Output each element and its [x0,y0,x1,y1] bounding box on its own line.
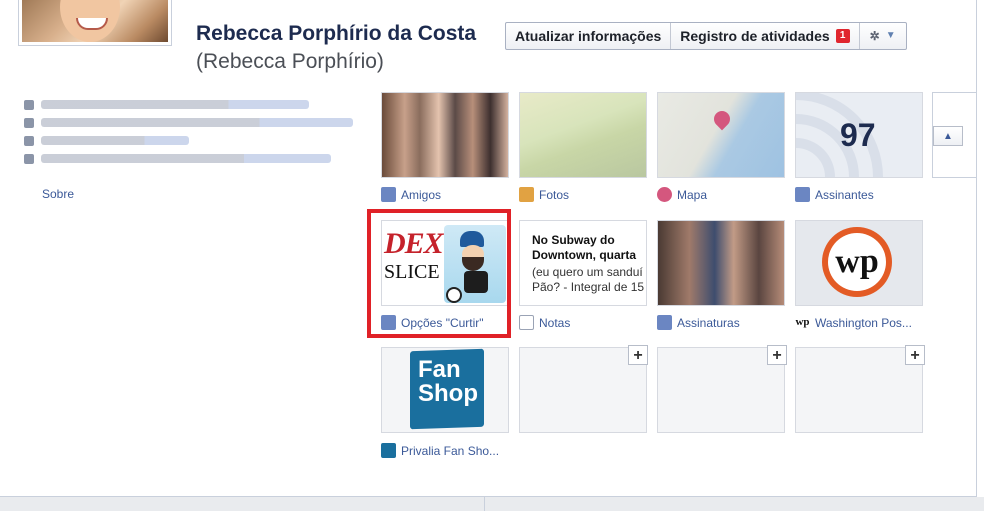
map-pin-marker [710,107,734,131]
profile-name: Rebecca Porphírio da Costa (Rebecca Porp… [196,20,496,76]
washington-post-label-text: Washington Pos... [815,315,912,330]
profile-photo [22,0,168,42]
note-preview-body: (eu quero um sanduí Pão? - Integral de 1… [532,265,645,294]
fan-shop-tile[interactable]: Fan Shop [381,347,509,433]
about-info-blurred [24,97,364,169]
collapse-button[interactable]: ▲ [933,126,963,146]
subscriptions-icon [657,315,672,330]
info-row-education [24,115,364,130]
map-label[interactable]: Mapa [657,187,707,202]
add-app-button-1[interactable]: + [628,345,648,365]
activity-log-button[interactable]: Registro de atividades 1 [671,23,860,49]
empty-slot-2[interactable] [657,347,785,433]
settings-dropdown-button[interactable]: ✲ ▼ [860,23,906,49]
photos-tile[interactable] [519,92,647,178]
fan-shop-logo-text: Fan Shop [418,358,478,406]
profile-picture[interactable] [18,0,172,46]
subscriptions-tile[interactable] [657,220,785,306]
fan-shop-label[interactable]: Privalia Fan Sho... [381,443,499,458]
photos-label[interactable]: Fotos [519,187,569,202]
wp-icon: wp [795,315,810,330]
gear-icon: ✲ [869,29,880,43]
graduation-icon [24,117,34,128]
washington-post-label[interactable]: wp Washington Pos... [795,315,912,330]
chevron-up-icon: ▲ [943,131,953,142]
info-row-location [24,133,364,148]
subscribers-tile[interactable]: 97 [795,92,923,178]
map-tile[interactable] [657,92,785,178]
highlight-box [367,209,511,338]
info-text-blurred [41,100,309,109]
washington-post-tile[interactable]: wp [795,220,923,306]
fan-shop-label-text: Privalia Fan Sho... [401,443,500,458]
fan-shop-icon [381,443,396,458]
washington-post-logo: wp [822,227,892,297]
notes-label-text: Notas [539,315,571,330]
subscriptions-label[interactable]: Assinaturas [657,315,740,330]
info-text-blurred [41,136,189,145]
subscribers-label-text: Assinantes [815,187,874,202]
heart-icon [24,153,34,164]
map-pin-icon [657,187,672,202]
notes-tile[interactable]: No Subway do Downtown, quarta (eu quero … [519,220,647,306]
add-app-button-3[interactable]: + [905,345,925,365]
notes-label[interactable]: Notas [519,315,570,330]
friends-label[interactable]: Amigos [381,187,441,202]
friends-tile[interactable] [381,92,509,178]
notes-icon [519,315,534,330]
photos-icon [519,187,534,202]
activity-count-badge: 1 [835,29,850,43]
column-divider [484,497,485,511]
empty-slot-3[interactable] [795,347,923,433]
map-label-text: Mapa [677,187,708,202]
activity-log-label: Registro de atividades [680,28,830,44]
update-info-button[interactable]: Atualizar informações [506,23,672,49]
collapse-panel: ▲ [932,92,976,178]
profile-full-name: Rebecca Porphírio da Costa [196,22,477,45]
subscribers-icon [795,187,810,202]
profile-alternate-name: (Rebecca Porphírio) [196,50,384,73]
chevron-down-icon: ▼ [885,30,896,41]
header-button-group: Atualizar informações Registro de ativid… [505,22,907,50]
about-link[interactable]: Sobre [42,187,74,201]
info-text-blurred [41,154,331,163]
page-background-strip [0,497,984,511]
subscriptions-label-text: Assinaturas [677,315,740,330]
info-row-relationship [24,151,364,166]
wp-logo-text: wp [828,233,886,291]
fan-shop-logo-line2: Shop [418,380,478,407]
subscribers-count: 97 [840,117,876,153]
home-icon [24,135,34,146]
add-app-button-2[interactable]: + [767,345,787,365]
profile-panel: Rebecca Porphírio da Costa (Rebecca Porp… [0,0,977,497]
friends-label-text: Amigos [401,187,442,202]
subscribers-label[interactable]: Assinantes [795,187,874,202]
note-preview-title: No Subway do Downtown, quarta [532,233,636,262]
friends-icon [381,187,396,202]
info-text-blurred [41,118,353,127]
fan-shop-logo-line1: Fan [418,356,461,383]
photos-label-text: Fotos [539,187,570,202]
briefcase-icon [24,99,34,110]
info-row-work [24,97,364,112]
